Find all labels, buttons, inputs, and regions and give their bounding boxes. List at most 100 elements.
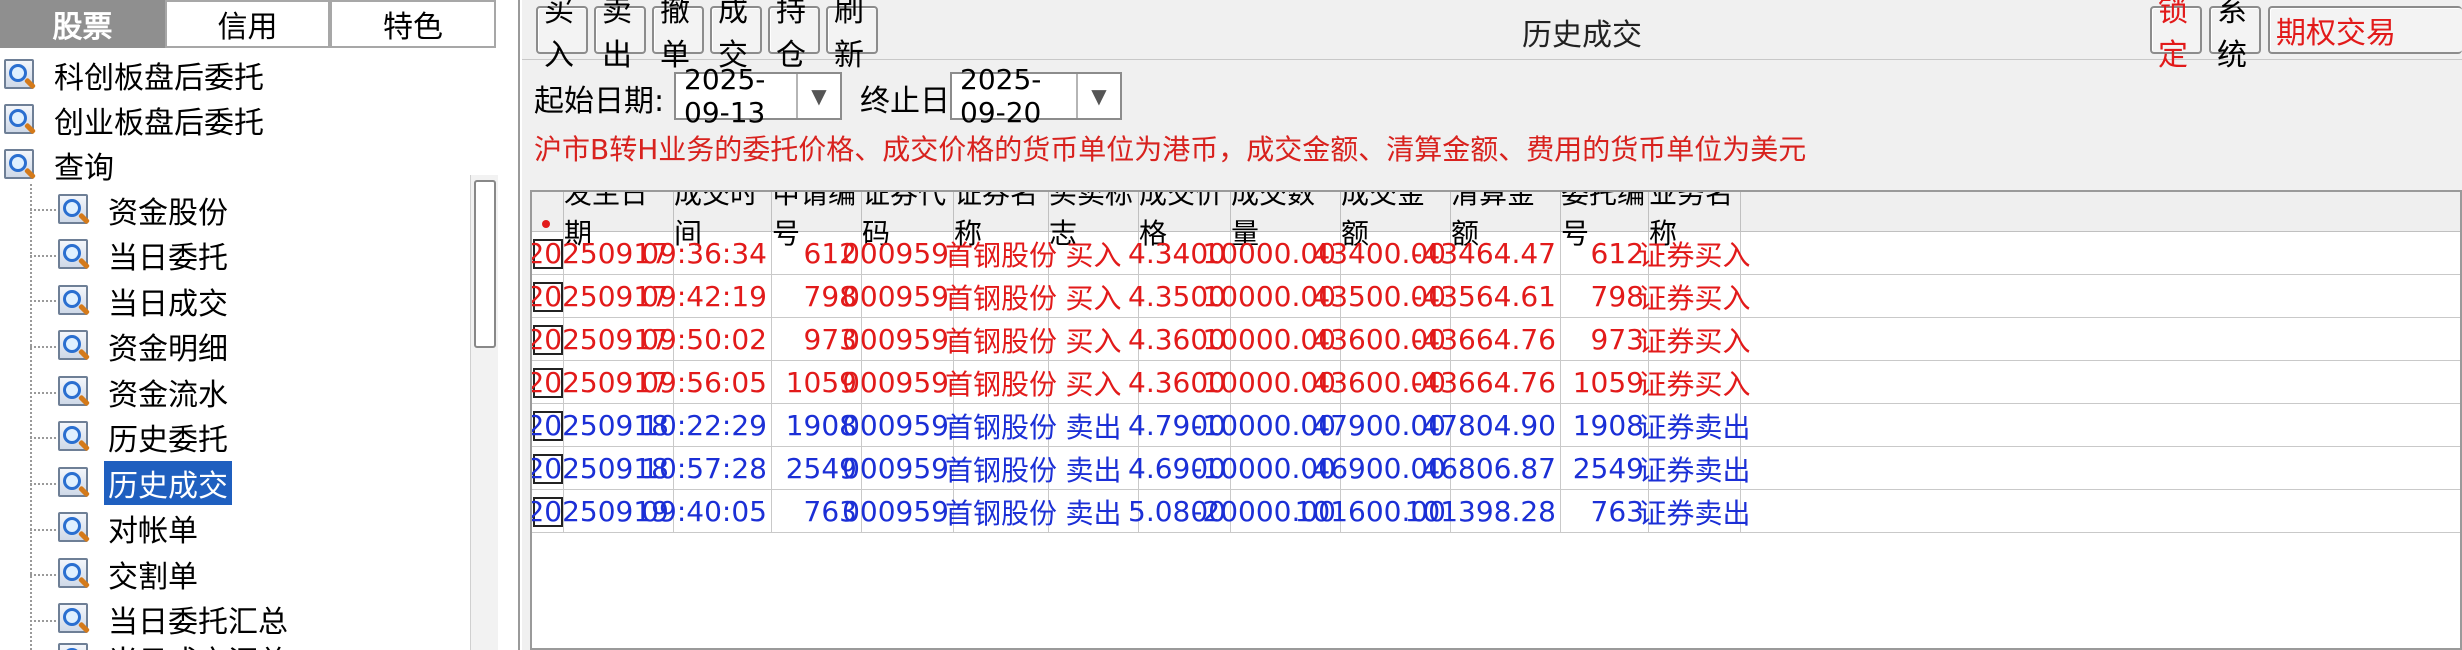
header-col-side[interactable]: 买卖标志 [1049,192,1139,250]
tree-item-funds-holdings[interactable]: 资金股份 [56,188,232,232]
end-date-picker[interactable]: 2025-09-20 ▼ [950,63,1122,129]
cell-time: 10:22:29 [641,404,772,447]
cell-order-no: 763 [1561,490,1649,533]
cell-side: 卖出 [1049,490,1139,533]
main-panel: 买入 卖出 撤单 成交 持仓 刷新 历史成交 锁定 系统 期权交易 起始日期: … [522,0,2462,650]
tree-item-star-after-hours[interactable]: 科创板盘后委托 [2,53,268,97]
lock-button[interactable]: 锁定 [2150,0,2202,73]
cell-order-no: 2549 [1561,447,1649,490]
header-col-price[interactable]: 成交价格 [1139,192,1231,250]
tree-item-statement[interactable]: 对帐单 [56,506,202,550]
table-row[interactable]: 20250917 09:42:19 798 000959 首钢股份 买入 4.3500 100… [532,275,2460,318]
chevron-down-icon[interactable]: ▼ [796,74,840,118]
tree-item-today-trades-summary[interactable]: 当日成交汇总 [56,637,292,650]
table-row[interactable]: 20250918 10:22:29 1908 000959 首钢股份 卖出 4.7900 -1… [532,404,2460,447]
cell-business: 证券卖出 [1639,404,1751,447]
cell-time: 09:42:19 [641,275,772,318]
tree-item-history-orders[interactable]: 历史委托 [56,415,232,459]
tree-item-chinext-after-hours[interactable]: 创业板盘后委托 [2,98,268,142]
header-col-business[interactable]: 业务名称 [1649,192,1741,250]
tree-item-funds-detail[interactable]: 资金明细 [56,324,232,368]
cell-time: 10:57:28 [641,447,772,490]
tree-item-today-orders[interactable]: 当日委托 [56,233,232,277]
header-col-name[interactable]: 证券名称 [954,192,1049,250]
tree-item-query[interactable]: 查询 [2,143,118,187]
buy-button[interactable]: 买入 [536,0,588,73]
cell-time: 09:56:05 [641,361,772,404]
history-trades-table: 发生日期 成交时间 申请编号 证券代码 证券名称 买卖标志 成交价格 成交数量 成交金额 清算金额… [530,190,2462,650]
table-header: 发生日期 成交时间 申请编号 证券代码 证券名称 买卖标志 成交价格 成交数量 成交金额 清算金额… [532,192,2460,250]
system-button[interactable]: 系统 [2209,0,2261,73]
cell-side: 买入 [1049,275,1139,318]
options-trading-button[interactable]: 期权交易 [2268,6,2462,54]
header-col-code[interactable]: 证券代码 [862,192,954,250]
cell-side: 买入 [1049,361,1139,404]
scrollbar-thumb[interactable] [474,180,496,348]
header-check-column [532,192,564,232]
tab-stock[interactable]: 股票 [0,0,165,48]
start-date-value: 2025-09-13 [684,63,766,129]
chevron-down-icon[interactable]: ▼ [1076,74,1120,118]
cell-order-no: 1908 [1561,404,1649,447]
cell-time: 09:36:34 [641,232,772,275]
header-col-order-no[interactable]: 委托编号 [1561,192,1649,250]
cell-name: 首钢股份 [945,447,1057,490]
tree-connector [30,392,56,394]
cell-code: 000959 [842,361,954,404]
header-col-qty[interactable]: 成交数量 [1231,192,1341,250]
cell-business: 证券买入 [1639,361,1751,404]
cell-clearing: -43464.47 [1412,232,1561,275]
cell-name: 首钢股份 [945,318,1057,361]
trades-button[interactable]: 成交 [710,0,762,73]
tree-item-today-orders-summary[interactable]: 当日委托汇总 [56,597,292,641]
tree-item-label: 历史委托 [108,423,228,458]
query-icon [2,57,40,93]
cell-side: 卖出 [1049,447,1139,490]
cell-business: 证券买入 [1639,232,1751,275]
cell-business: 证券买入 [1639,275,1751,318]
tree-connector [30,209,56,211]
table-row[interactable]: 20250917 09:50:02 973 000959 首钢股份 买入 4.3600 100… [532,318,2460,361]
query-icon [2,147,40,183]
cell-clearing: 101398.28 [1405,490,1561,533]
tab-special[interactable]: 特色 [330,0,496,48]
positions-button[interactable]: 持仓 [768,0,820,73]
cell-side: 买入 [1049,232,1139,275]
tree-item-label: 创业板盘后委托 [54,106,264,141]
cell-code: 000959 [842,318,954,361]
tree-item-label: 资金明细 [108,332,228,367]
header-col-date[interactable]: 发生日期 [564,192,674,250]
tree-connector [30,483,56,485]
header-col-amount[interactable]: 成交金额 [1341,192,1451,250]
tree-item-history-trades[interactable]: 历史成交 [56,461,232,505]
refresh-button[interactable]: 刷新 [826,0,878,73]
tree-item-settlement[interactable]: 交割单 [56,552,202,596]
cell-name: 首钢股份 [945,232,1057,275]
tree-scrollbar[interactable] [470,175,498,650]
start-date-picker[interactable]: 2025-09-13 ▼ [674,63,842,129]
table-row[interactable]: 20250917 09:56:05 1059 000959 首钢股份 买入 4.3600 10… [532,361,2460,404]
tab-credit[interactable]: 信用 [165,0,330,48]
table-row[interactable]: 20250918 10:57:28 2549 000959 首钢股份 卖出 4.6900 -1… [532,447,2460,490]
start-date-label: 起始日期: [534,84,665,119]
tree-connector [30,620,56,622]
query-icon [56,237,94,273]
header-col-time[interactable]: 成交时间 [674,192,772,250]
table-row[interactable]: 20250919 09:40:05 763 000959 首钢股份 卖出 5.0800 -20… [532,490,2460,533]
tree-item-today-trades[interactable]: 当日成交 [56,279,232,323]
header-col-request-no[interactable]: 申请编号 [772,192,862,250]
sell-button[interactable]: 卖出 [594,0,646,73]
query-icon [56,465,94,501]
query-icon [56,601,94,637]
tree-item-funds-flow[interactable]: 资金流水 [56,370,232,414]
tree-connector [30,346,56,348]
tree-item-label: 科创板盘后委托 [54,61,264,96]
query-icon [56,192,94,228]
table-row[interactable]: 20250917 09:36:34 612 000959 首钢股份 买入 4.3400 100… [532,232,2460,275]
query-icon [56,556,94,592]
cell-code: 000959 [842,275,954,318]
cancel-order-button[interactable]: 撤单 [652,0,704,73]
tree-connector [30,529,56,531]
tree-item-label: 当日成交汇总 [104,637,292,650]
header-col-clearing[interactable]: 清算金额 [1451,192,1561,250]
